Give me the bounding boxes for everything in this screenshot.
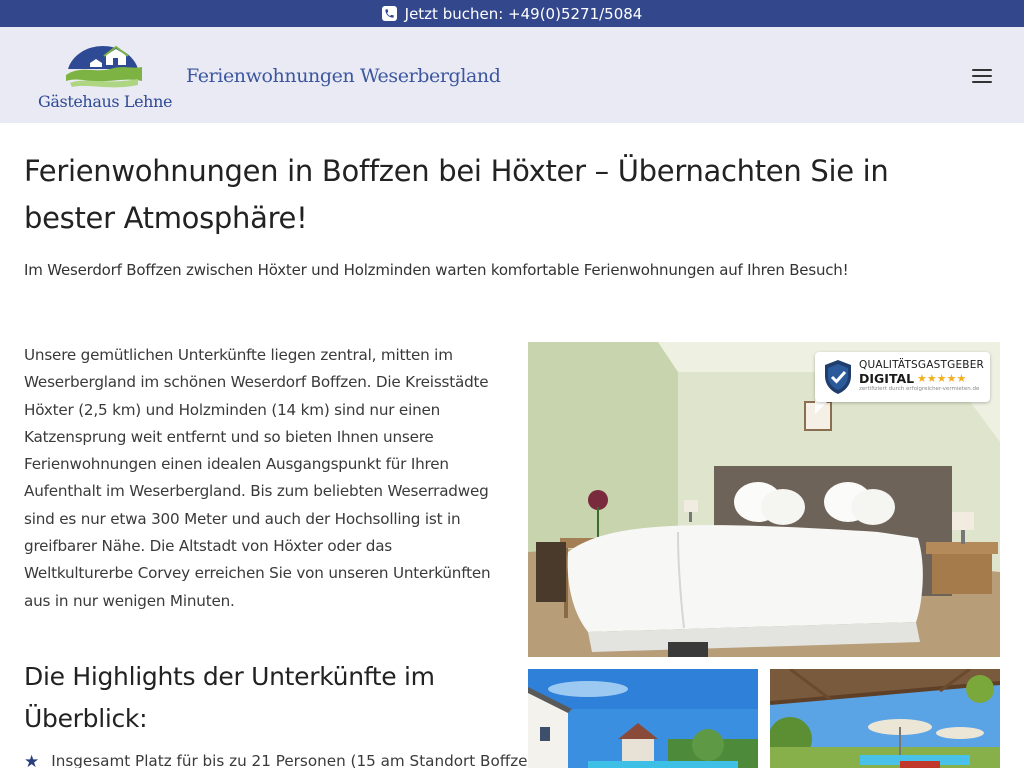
list-item: ★ Insgesamt Platz für bis zu 21 Personen… — [24, 752, 537, 768]
top-bar: Jetzt buchen: +49(0)5271/5084 — [0, 0, 1024, 27]
terrace-photo[interactable] — [770, 669, 1000, 768]
site-title[interactable]: Ferienwohnungen Weserbergland — [186, 65, 501, 87]
logo-house-icon — [66, 45, 142, 88]
badge-certification: zertifiziert durch erfolgreicher-vermiet… — [859, 386, 980, 392]
house-pool-photo[interactable] — [528, 669, 758, 768]
page-title: Ferienwohnungen in Boffzen bei Höxter – … — [24, 154, 889, 235]
lead-text: Im Weserdorf Boffzen zwischen Höxter und… — [24, 261, 849, 279]
badge-stars: ★★★★★ — [917, 372, 967, 385]
logo-text: Gästehaus Lehne — [38, 92, 173, 111]
highlights-heading: Die Highlights der Unterkünfte im Überbl… — [24, 662, 435, 733]
logo[interactable]: Gästehaus Lehne — [38, 39, 173, 113]
badge-subtitle: DIGITAL — [859, 371, 915, 386]
site-header: Gästehaus Lehne Ferienwohnungen Weserber… — [0, 27, 1024, 123]
star-icon: ★ — [24, 752, 40, 768]
list-item-text: Insgesamt Platz für bis zu 21 Personen (… — [51, 752, 538, 768]
intro-paragraph: Unsere gemütlichen Unterkünfte liegen ze… — [24, 346, 491, 610]
phone-icon[interactable] — [381, 6, 397, 21]
quality-host-badge[interactable]: QUALITÄTSGASTGEBER DIGITAL ★★★★★ zertifi… — [815, 352, 990, 402]
badge-title: QUALITÄTSGASTGEBER — [859, 359, 985, 371]
shield-check-icon — [825, 360, 851, 394]
hamburger-menu-icon[interactable] — [972, 68, 992, 84]
badge-pointer — [815, 400, 829, 414]
booking-phone-link[interactable]: Jetzt buchen: +49(0)5271/5084 — [405, 5, 643, 23]
